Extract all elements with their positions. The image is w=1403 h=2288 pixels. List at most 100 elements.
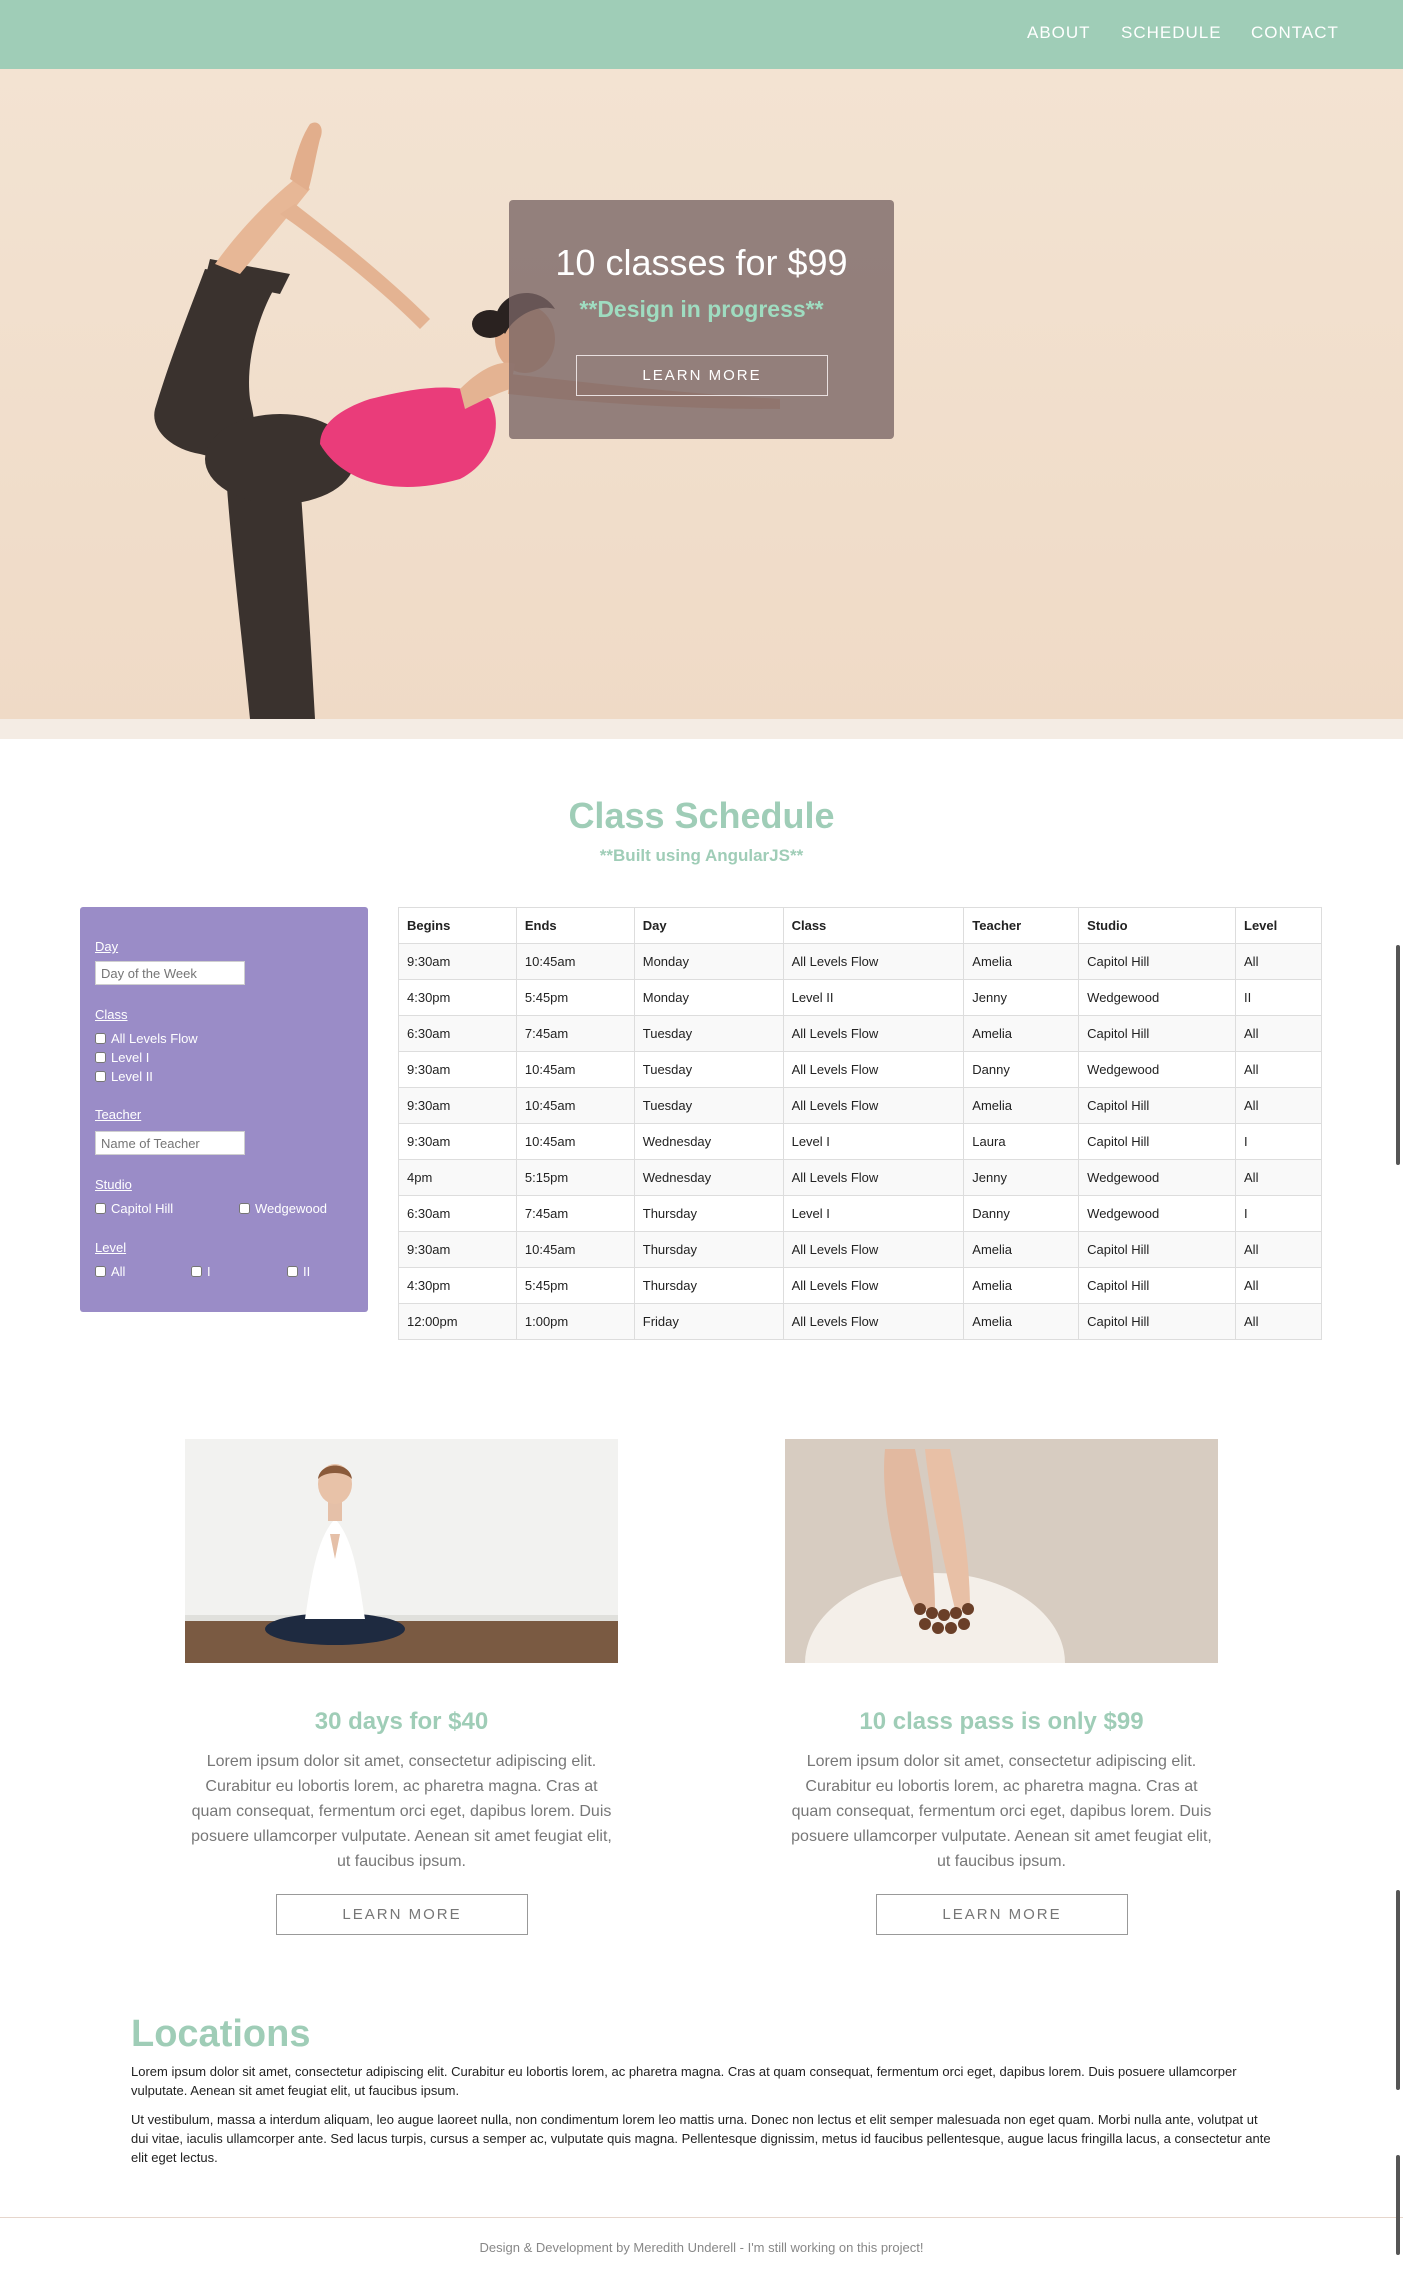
scrollbar-thumb[interactable] <box>1396 1890 1400 2090</box>
table-cell: 9:30am <box>398 1231 517 1268</box>
table-cell: All Levels Flow <box>782 1015 965 1052</box>
table-cell: Wednesday <box>633 1123 784 1160</box>
top-nav: ABOUT SCHEDULE CONTACT <box>0 0 1403 69</box>
table-cell: Amelia <box>963 1087 1080 1124</box>
table-cell: Wedgewood <box>1078 979 1237 1016</box>
table-cell: All <box>1235 1231 1322 1268</box>
table-cell: Amelia <box>963 943 1080 980</box>
table-cell: Tuesday <box>633 1051 784 1088</box>
table-cell: All <box>1235 1087 1322 1124</box>
table-cell: 1:00pm <box>515 1303 635 1340</box>
checkbox[interactable] <box>95 1203 106 1214</box>
table-cell: I <box>1235 1123 1322 1160</box>
table-row: 12:00pm 1:00pm Friday All Levels Flow Amelia… <box>398 1303 1322 1340</box>
table-cell: 4pm <box>398 1159 517 1196</box>
class-option-level-i[interactable]: Level I <box>95 1050 149 1065</box>
checkbox[interactable] <box>95 1071 106 1082</box>
table-cell: Level I <box>782 1123 965 1160</box>
table-cell: All Levels Flow <box>782 1231 965 1268</box>
table-cell: Danny <box>963 1195 1080 1232</box>
table-cell: 10:45am <box>515 1051 635 1088</box>
table-cell: 6:30am <box>398 1195 517 1232</box>
table-row: 4:30pm 5:45pm Monday Level II Jenny Wedgewood… <box>398 979 1322 1016</box>
table-cell: 9:30am <box>398 1051 517 1088</box>
table-row: 9:30am 10:45am Thursday All Levels Flow Amel… <box>398 1231 1322 1268</box>
level-option-all[interactable]: All <box>95 1264 125 1279</box>
filter-level-label: Level <box>95 1240 127 1255</box>
table-cell: I <box>1235 1195 1322 1232</box>
offer-description: Lorem ipsum dolor sit amet, consectetur … <box>791 1753 1212 1870</box>
table-cell: Capitol Hill <box>1078 1303 1237 1340</box>
table-cell: 9:30am <box>398 1123 517 1160</box>
teacher-input[interactable] <box>95 1131 245 1155</box>
table-cell: 9:30am <box>398 1087 517 1124</box>
schedule-filter-panel: Day Class All Levels Flow Level I Level … <box>80 907 368 1312</box>
table-cell: Capitol Hill <box>1078 1267 1237 1304</box>
table-cell: Monday <box>633 979 784 1016</box>
hero-bottom-strip <box>0 719 1403 739</box>
checkbox[interactable] <box>95 1033 106 1044</box>
promo-box: 10 classes for $99 **Design in progress*… <box>509 200 894 439</box>
footer-credit: Design & Development by Meredith Underel… <box>479 2240 924 2255</box>
offer-learn-more-button[interactable]: LEARN MORE <box>876 1894 1128 1935</box>
table-cell: Jenny <box>963 1159 1080 1196</box>
table-cell: 10:45am <box>515 943 635 980</box>
offer-learn-more-button[interactable]: LEARN MORE <box>276 1894 528 1935</box>
locations-title: Locations <box>131 2013 311 2055</box>
promo-subtitle: **Design in progress** <box>579 296 824 322</box>
nav-link-schedule[interactable]: SCHEDULE <box>1121 23 1222 43</box>
table-cell: Capitol Hill <box>1078 1015 1237 1052</box>
table-cell: Wednesday <box>633 1159 784 1196</box>
studio-option-capitol-hill[interactable]: Capitol Hill <box>95 1201 173 1216</box>
table-cell: Tuesday <box>633 1087 784 1124</box>
checkbox[interactable] <box>287 1266 298 1277</box>
filter-class-label: Class <box>95 1007 128 1022</box>
table-cell: Capitol Hill <box>1078 1123 1237 1160</box>
schedule-table: Begins Ends Day Class Teacher Studio Lev… <box>398 907 1322 1340</box>
table-cell: All <box>1235 1015 1322 1052</box>
scrollbar-thumb[interactable] <box>1396 945 1400 1165</box>
table-cell: Capitol Hill <box>1078 1231 1237 1268</box>
footer-divider <box>0 2217 1403 2218</box>
schedule-table-body: 9:30am 10:45am Monday All Levels Flow Amelia… <box>398 943 1322 1340</box>
table-cell: All Levels Flow <box>782 1267 965 1304</box>
column-header: Ends <box>515 907 635 944</box>
table-cell: Jenny <box>963 979 1080 1016</box>
table-header-row: Begins Ends Day Class Teacher Studio Lev… <box>398 907 1322 944</box>
checkbox[interactable] <box>191 1266 202 1277</box>
scrollbar-thumb[interactable] <box>1396 2155 1400 2255</box>
locations-paragraph: Ut vestibulum, massa a interdum aliquam,… <box>131 2112 1271 2165</box>
class-option-all-levels-flow[interactable]: All Levels Flow <box>95 1031 198 1046</box>
checkbox[interactable] <box>95 1052 106 1063</box>
table-cell: Tuesday <box>633 1015 784 1052</box>
table-cell: 9:30am <box>398 943 517 980</box>
table-cell: Thursday <box>633 1195 784 1232</box>
class-option-level-ii[interactable]: Level II <box>95 1069 153 1084</box>
table-cell: All Levels Flow <box>782 1051 965 1088</box>
schedule-title: Class Schedule <box>568 795 835 836</box>
table-cell: II <box>1235 979 1322 1016</box>
table-row: 9:30am 10:45am Wednesday Level I Laura Capito… <box>398 1123 1322 1160</box>
table-cell: Danny <box>963 1051 1080 1088</box>
table-cell: Amelia <box>963 1303 1080 1340</box>
studio-option-wedgewood[interactable]: Wedgewood <box>239 1201 327 1216</box>
promo-learn-more-button[interactable]: LEARN MORE <box>576 355 828 396</box>
level-option-i[interactable]: I <box>191 1264 211 1279</box>
offer-title-30-days: 30 days for $40 <box>314 1708 489 1735</box>
promo-title: 10 classes for $99 <box>555 242 848 283</box>
checkbox[interactable] <box>239 1203 250 1214</box>
table-cell: 10:45am <box>515 1087 635 1124</box>
table-cell: All <box>1235 943 1322 980</box>
schedule-subtitle: **Built using AngularJS** <box>599 846 804 865</box>
day-input[interactable] <box>95 961 245 985</box>
table-cell: All Levels Flow <box>782 943 965 980</box>
table-cell: 7:45am <box>515 1195 635 1232</box>
checkbox[interactable] <box>95 1266 106 1277</box>
level-option-ii[interactable]: II <box>287 1264 310 1279</box>
table-cell: 6:30am <box>398 1015 517 1052</box>
table-cell: Thursday <box>633 1267 784 1304</box>
nav-link-about[interactable]: ABOUT <box>1027 23 1091 43</box>
column-header: Studio <box>1078 907 1237 944</box>
nav-link-contact[interactable]: CONTACT <box>1251 23 1339 43</box>
table-cell: Wedgewood <box>1078 1051 1237 1088</box>
